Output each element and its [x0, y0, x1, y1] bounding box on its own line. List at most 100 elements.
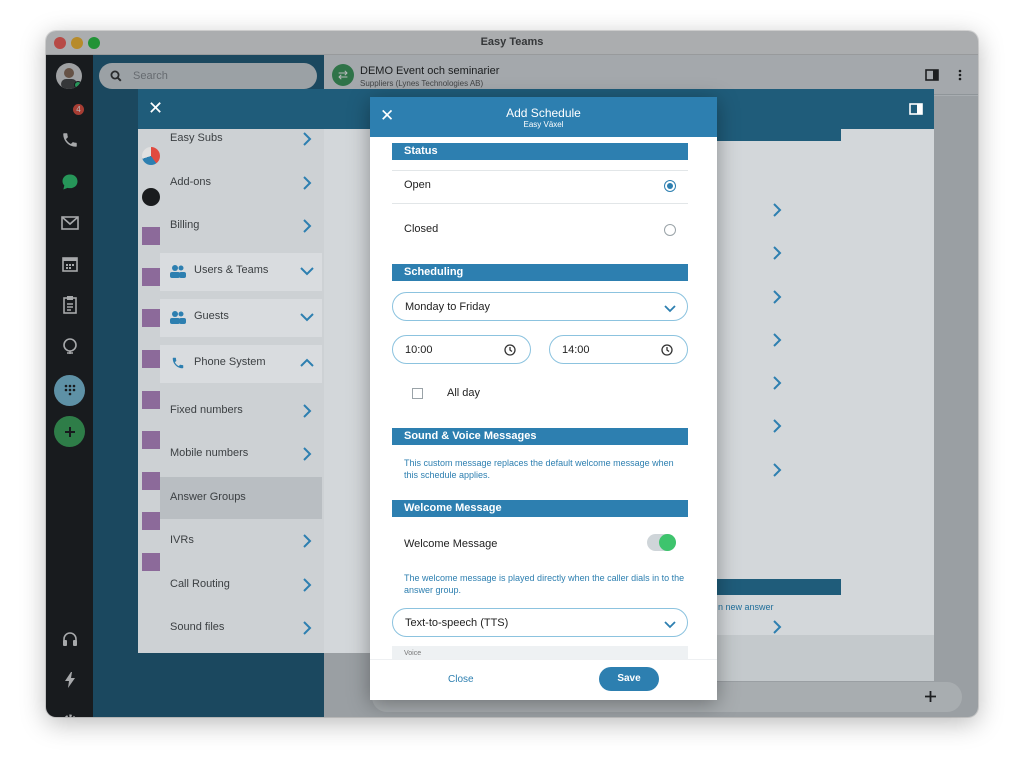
easy-subs-logo-icon — [142, 147, 160, 165]
voice-select[interactable]: Voice — [392, 646, 688, 659]
close-icon[interactable]: ✕ — [148, 99, 163, 117]
chevron-right-icon — [303, 219, 312, 233]
settings-item-guests[interactable]: Guests — [160, 299, 322, 337]
welcome-message-toggle[interactable] — [647, 534, 676, 551]
chevron-right-icon[interactable] — [770, 202, 784, 218]
group-avatar-icon — [142, 472, 160, 490]
divider — [392, 170, 688, 171]
gears-avatar-icon — [142, 431, 160, 449]
settings-item-call-routing[interactable]: Call Routing — [160, 567, 322, 605]
status-open-radio[interactable] — [664, 180, 676, 192]
settings-item-mobile-numbers[interactable]: Mobile numbers — [160, 436, 322, 474]
chevron-right-icon[interactable] — [770, 619, 784, 635]
add-schedule-modal: ✕ Add Schedule Easy Växel Status Open Cl… — [370, 97, 717, 700]
team-avatar-icon — [142, 188, 160, 206]
status-section-header: Status — [392, 143, 688, 160]
chevron-right-icon — [303, 578, 312, 592]
voice-label: Voice — [404, 650, 422, 657]
status-open-label: Open — [404, 179, 431, 191]
dollar-avatar-icon — [142, 391, 160, 409]
chevron-down-icon — [664, 305, 676, 313]
settings-item-answer-groups[interactable]: Answer Groups — [160, 477, 322, 519]
modal-title: Add Schedule — [506, 106, 581, 120]
chevron-right-icon[interactable] — [770, 418, 784, 434]
status-closed-radio[interactable] — [664, 224, 676, 236]
content-section-bar — [701, 579, 841, 595]
close-button[interactable]: Close — [448, 674, 474, 685]
chevron-right-icon — [303, 621, 312, 635]
content-bar — [701, 129, 841, 141]
message-type-value: Text-to-speech (TTS) — [405, 617, 509, 629]
settings-item-label: IVRs — [170, 534, 194, 546]
settings-item-phone-system[interactable]: Phone System — [160, 345, 322, 383]
settings-item-label: Mobile numbers — [170, 447, 249, 459]
content-row[interactable] — [701, 635, 934, 681]
group-avatar-icon — [142, 227, 160, 245]
settings-item-users-teams[interactable]: Users & Teams — [160, 253, 322, 291]
settings-item-label: Sound files — [170, 621, 225, 633]
chevron-right-icon[interactable] — [770, 245, 784, 261]
settings-item-label: Call Routing — [170, 578, 230, 590]
welcome-info-text: The welcome message is played directly w… — [404, 573, 685, 595]
coffee-avatar-icon — [142, 309, 160, 327]
modal-header: ✕ Add Schedule Easy Växel — [370, 97, 717, 137]
settings-item-ivrs[interactable]: IVRs — [160, 523, 322, 561]
sound-info-text: This custom message replaces the default… — [404, 458, 674, 480]
scheduling-section-header: Scheduling — [392, 264, 688, 281]
settings-item-label: Phone System — [194, 356, 266, 368]
settings-item-add-ons[interactable]: Add-ons — [160, 165, 322, 203]
phone-icon — [172, 357, 184, 369]
start-time-input[interactable]: 10:00 — [392, 335, 531, 364]
status-closed-label: Closed — [404, 223, 439, 235]
app-window: Easy Teams 4 Search ⇄ DEMO Event och sem… — [46, 31, 978, 717]
modal-subtitle: Easy Växel — [523, 120, 564, 129]
days-select[interactable]: Monday to Friday — [392, 292, 688, 321]
chevron-right-icon — [303, 176, 312, 190]
chevron-right-icon — [303, 404, 312, 418]
sound-section-header: Sound & Voice Messages — [392, 428, 688, 445]
new-answer-group-link[interactable]: n new answer — [718, 602, 774, 612]
chevron-right-icon[interactable] — [770, 462, 784, 478]
group-avatar-icon — [142, 268, 160, 286]
end-time-value: 14:00 — [562, 344, 590, 356]
settings-item-label: Add-ons — [170, 176, 211, 188]
days-select-value: Monday to Friday — [405, 301, 490, 313]
chevron-right-icon — [303, 132, 312, 146]
settings-item-label: Easy Subs — [170, 132, 223, 144]
end-time-input[interactable]: 14:00 — [549, 335, 688, 364]
chevron-down-icon — [300, 313, 314, 322]
settings-item-label: Billing — [170, 219, 200, 231]
settings-item-label: Answer Groups — [170, 491, 246, 503]
guests-icon — [170, 311, 186, 324]
chevron-up-icon — [300, 358, 314, 367]
chevron-down-icon — [300, 267, 314, 276]
group-avatar-icon — [142, 512, 160, 530]
chevron-right-icon[interactable] — [770, 375, 784, 391]
chevron-right-icon — [303, 534, 312, 548]
group-avatar-icon — [142, 350, 160, 368]
chevron-right-icon — [303, 447, 312, 461]
toggle-knob — [659, 534, 676, 551]
settings-item-fixed-numbers[interactable]: Fixed numbers — [160, 393, 322, 431]
settings-item-label: Guests — [194, 310, 229, 322]
settings-item-label: Users & Teams — [194, 264, 269, 276]
chevron-right-icon[interactable] — [770, 289, 784, 305]
all-day-checkbox[interactable] — [412, 388, 423, 399]
settings-item-sound-files[interactable]: Sound files — [160, 610, 322, 648]
clock-icon — [661, 344, 673, 356]
users-icon — [170, 265, 186, 278]
app-icon-column — [138, 129, 162, 653]
save-button[interactable]: Save — [599, 667, 659, 691]
message-type-select[interactable]: Text-to-speech (TTS) — [392, 608, 688, 637]
settings-item-billing[interactable]: Billing — [160, 208, 322, 246]
settings-item-easy-subs[interactable]: Easy Subs — [160, 121, 322, 159]
welcome-message-label: Welcome Message — [404, 538, 498, 550]
welcome-section-header: Welcome Message — [392, 500, 688, 517]
side-panel-icon[interactable] — [909, 103, 923, 115]
settings-item-label: Fixed numbers — [170, 404, 243, 416]
all-day-label: All day — [447, 387, 481, 399]
chevron-right-icon[interactable] — [770, 332, 784, 348]
modal-footer: Close Save — [370, 659, 717, 700]
chevron-down-icon — [664, 621, 676, 629]
start-time-value: 10:00 — [405, 344, 433, 356]
